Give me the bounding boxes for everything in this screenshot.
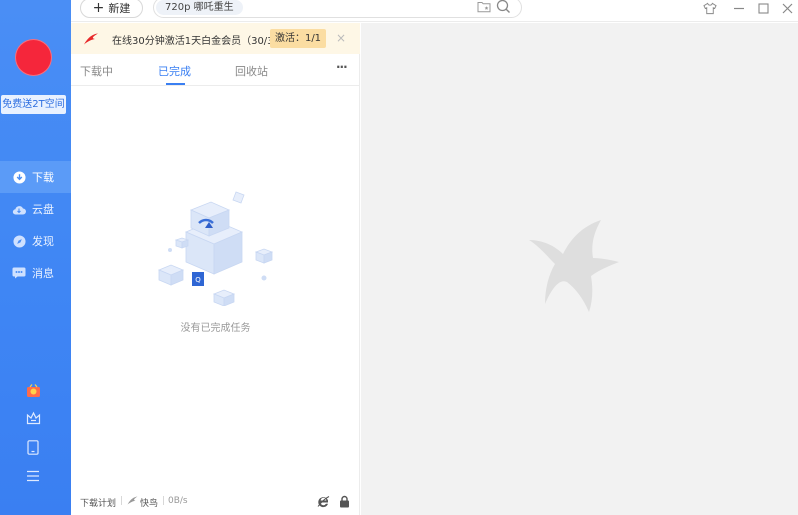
sidebar: 免费送2T空间 下载 云盘 发现 消息 [0,0,71,515]
download-panel: 在线30分钟激活1天白金会员（30/30... 激活：1/1 × 下载中 已完成… [71,23,360,515]
divider: | [120,496,124,506]
fast-bird-link[interactable]: 快鸟 [140,496,158,509]
new-task-button[interactable]: + 新建 [80,0,143,18]
compass-icon [12,234,26,248]
crown-icon[interactable] [25,410,41,426]
more-menu-icon[interactable]: ··· [336,60,348,74]
download-speed: 0B/s [168,496,188,506]
sidebar-item-discover[interactable]: 发现 [0,225,71,257]
maximize-icon[interactable] [756,1,770,15]
plus-icon: + [92,0,105,16]
bird-speed-icon[interactable] [127,496,138,508]
search-suggestion-tag[interactable]: 720p 哪吒重生 [156,0,243,15]
skin-icon[interactable] [703,1,717,15]
tablet-icon[interactable] [25,439,41,455]
ie-browser-icon[interactable] [317,495,330,511]
lock-icon[interactable] [339,495,350,511]
svg-text:Q: Q [195,276,201,284]
minimize-icon[interactable] [732,1,746,15]
empty-state-text: 没有已完成任务 [180,323,251,334]
search-icon[interactable] [496,0,511,14]
status-bar: 下载计划 | 快鸟 | 0B/s [71,489,360,515]
sidebar-item-label: 发现 [32,235,54,248]
avatar[interactable] [15,39,52,76]
download-icon [12,170,26,184]
tab-recycle-bin[interactable]: 回收站 [235,63,268,79]
active-tab-indicator [166,83,185,85]
empty-state-illustration: Q [156,190,276,307]
close-icon[interactable] [780,1,794,15]
activate-button[interactable]: 激活：1/1 [270,29,326,48]
sidebar-item-download[interactable]: 下载 [0,161,71,193]
promo-text: 在线30分钟激活1天白金会员（30/30... [112,36,290,47]
sidebar-item-cloud[interactable]: 云盘 [0,193,71,225]
menu-icon[interactable] [25,468,41,484]
detail-pane [361,23,798,515]
task-tabs: 下载中 已完成 回收站 ··· [71,54,360,86]
bird-watermark-icon [529,220,629,312]
message-icon [12,266,26,280]
cloud-icon [12,202,26,216]
sidebar-item-label: 下载 [32,171,54,184]
sidebar-item-label: 消息 [32,267,54,280]
download-plan-link[interactable]: 下载计划 [80,496,116,509]
tab-downloading[interactable]: 下载中 [80,63,113,79]
bird-logo-icon [83,32,99,46]
sidebar-item-label: 云盘 [32,203,54,216]
gift-icon[interactable] [25,382,41,398]
divider: | [162,496,166,506]
search-input[interactable]: 720p 哪吒重生 [153,0,522,18]
close-icon[interactable]: × [336,31,346,45]
top-bar: + 新建 720p 哪吒重生 [71,0,798,22]
tab-completed[interactable]: 已完成 [158,63,191,79]
folder-star-icon[interactable] [477,0,491,14]
free-space-badge[interactable]: 免费送2T空间 [1,95,66,114]
sidebar-item-messages[interactable]: 消息 [0,257,71,289]
promo-banner: 在线30分钟激活1天白金会员（30/30... 激活：1/1 × [71,23,360,54]
